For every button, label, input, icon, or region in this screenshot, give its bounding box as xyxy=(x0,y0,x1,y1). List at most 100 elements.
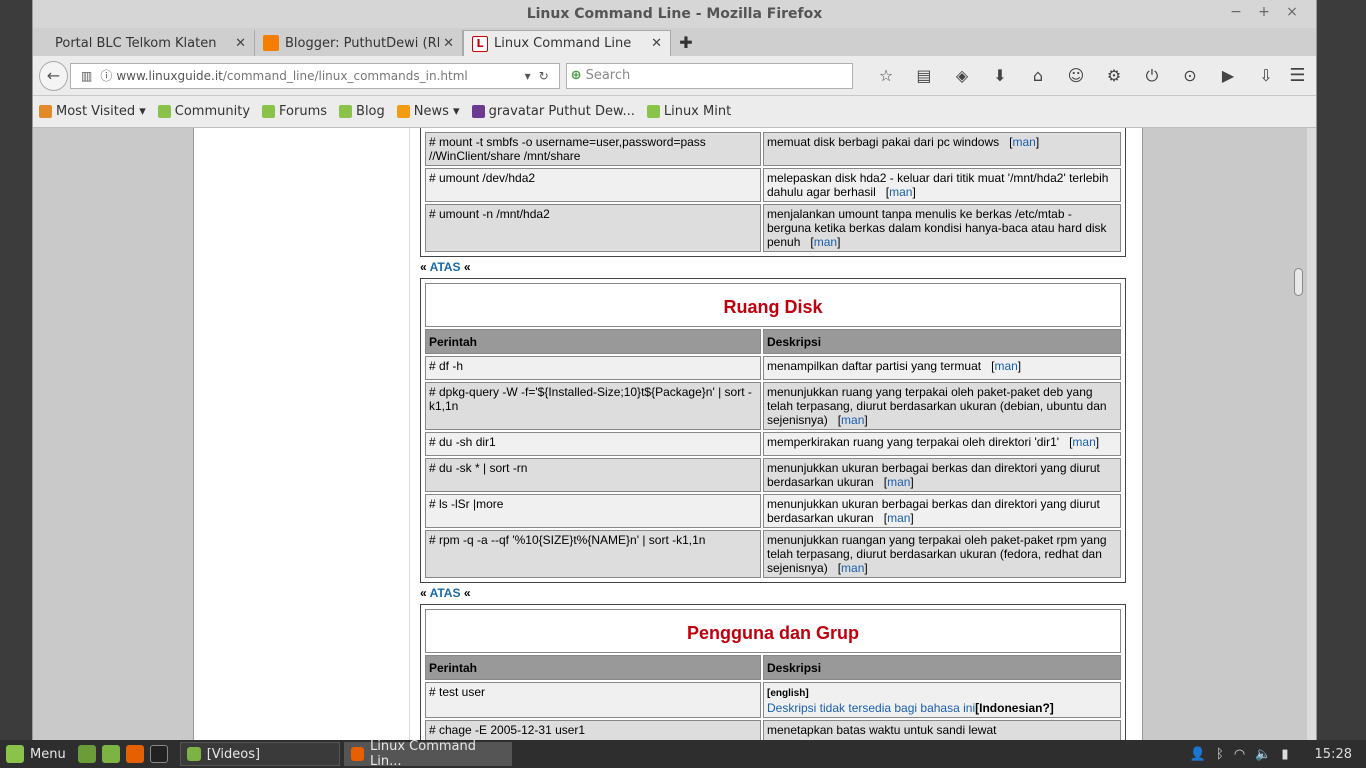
table-row: # umount -n /mnt/hda2 menjalankan umount… xyxy=(425,204,1121,252)
tab-portal-blc[interactable]: Portal BLC Telkom Klaten ✕ xyxy=(47,30,255,56)
user-icon[interactable]: 👤 xyxy=(1190,747,1206,762)
gravatar-icon xyxy=(471,105,485,118)
files-icon[interactable] xyxy=(101,745,120,763)
description-unavailable-link[interactable]: Deskripsi tidak tersedia bagi bahasa ini xyxy=(767,701,975,715)
chat-icon[interactable]: ☺ xyxy=(1057,66,1095,86)
battery-icon[interactable]: ▮ xyxy=(1281,747,1288,762)
bookmark-linux-mint[interactable]: Linux Mint xyxy=(646,104,731,119)
bookmark-news[interactable]: News ▾ xyxy=(396,104,460,119)
save-icon[interactable]: ⊙ xyxy=(1171,66,1209,86)
command-cell: # df -h xyxy=(425,356,761,380)
youtube-icon[interactable]: ▶ xyxy=(1209,66,1247,86)
man-link[interactable]: man xyxy=(814,235,837,249)
bookmark-gravatar[interactable]: gravatar Puthut Dew... xyxy=(471,104,635,119)
reading-list-icon[interactable]: ▤ xyxy=(905,66,943,86)
system-tray: 👤 ᛒ ◠ 🔈 ▮ 15:28 xyxy=(1190,747,1366,762)
taskbar-task-firefox[interactable]: Linux Command Lin... xyxy=(343,739,512,768)
command-cell: # du -sk * | sort -rn xyxy=(425,458,761,492)
bookmark-most-visited[interactable]: Most Visited ▾ xyxy=(39,104,146,119)
bookmark-star-icon[interactable]: ☆ xyxy=(867,66,905,86)
ruang-disk-table: Ruang Disk Perintah Deskripsi # df -h me… xyxy=(420,278,1126,583)
column-header-description: Deskripsi xyxy=(763,655,1121,680)
url-bar[interactable]: ▥ ⓘ www.linuxguide.it /command_line/linu… xyxy=(69,62,560,89)
language-indicator: [Indonesian?] xyxy=(975,701,1054,715)
taskbar-task-videos[interactable]: [Videos] xyxy=(179,742,340,766)
man-link[interactable]: man xyxy=(841,561,864,575)
close-window-button[interactable]: × xyxy=(1278,4,1306,20)
info-icon[interactable]: ⓘ xyxy=(100,67,112,84)
sidebar-toggle-icon[interactable]: ▥ xyxy=(81,69,92,83)
show-desktop-icon[interactable] xyxy=(77,745,96,763)
firefox-icon xyxy=(350,747,365,761)
bookmark-forums[interactable]: Forums xyxy=(262,104,327,119)
table-row: # rpm -q -a --qf '%10{SIZE}t%{NAME}n' | … xyxy=(425,530,1121,578)
close-icon[interactable]: ✕ xyxy=(235,36,246,51)
section-title: Pengguna dan Grup xyxy=(686,623,859,643)
table-row: # du -sk * | sort -rn menunjukkan ukuran… xyxy=(425,458,1121,492)
firefox-icon[interactable] xyxy=(125,745,144,763)
command-cell: # du -sh dir1 xyxy=(425,432,761,456)
search-placeholder: Search xyxy=(585,68,631,83)
addon-icon[interactable]: ⚙ xyxy=(1095,66,1133,86)
terminal-icon[interactable] xyxy=(149,745,168,763)
firefox-window: Linux Command Line - Mozilla Firefox − +… xyxy=(32,0,1317,740)
network-icon[interactable]: ◠ xyxy=(1234,747,1245,762)
maximize-button[interactable]: + xyxy=(1250,4,1278,20)
man-link[interactable]: man xyxy=(1012,135,1035,149)
page-viewport: # mount -t smbfs -o username=user,passwo… xyxy=(33,128,1307,740)
left-sidebar xyxy=(194,128,410,740)
window-controls: − + × xyxy=(1222,4,1306,20)
dropdown-icon[interactable]: ▾ xyxy=(525,69,531,83)
mint-icon xyxy=(157,105,171,118)
man-link[interactable]: man xyxy=(887,511,910,525)
volume-icon[interactable]: 🔈 xyxy=(1255,747,1271,762)
home-icon[interactable]: ⌂ xyxy=(1019,66,1057,86)
clock[interactable]: 15:28 xyxy=(1315,747,1352,762)
folder-icon xyxy=(186,747,201,761)
atas-link[interactable]: ATAS xyxy=(430,586,461,600)
tab-blogger[interactable]: Blogger: PuthutDewi (RPL... ✕ xyxy=(255,30,463,56)
man-link[interactable]: man xyxy=(1072,435,1095,449)
man-link[interactable]: man xyxy=(887,475,910,489)
search-input[interactable]: ⊕ Search xyxy=(565,62,853,89)
man-link[interactable]: man xyxy=(994,359,1017,373)
close-icon[interactable]: ✕ xyxy=(651,36,662,51)
close-icon[interactable]: ✕ xyxy=(443,36,454,51)
reload-icon[interactable]: ↻ xyxy=(539,69,549,83)
tab-label: Portal BLC Telkom Klaten xyxy=(55,35,217,51)
back-button[interactable]: ← xyxy=(39,60,68,91)
main-content: # mount -t smbfs -o username=user,passwo… xyxy=(420,128,1126,740)
linuxguide-icon: L xyxy=(472,35,488,52)
bookmark-community[interactable]: Community xyxy=(157,104,250,119)
mint-icon xyxy=(646,105,660,118)
blogger-icon xyxy=(263,35,279,51)
pocket-icon[interactable]: ◈ xyxy=(943,66,981,86)
downloader-icon[interactable]: ⇩ xyxy=(1247,66,1285,86)
power-icon[interactable]: ⏻ xyxy=(1133,66,1171,86)
hamburger-menu-icon[interactable]: ☰ xyxy=(1285,65,1310,86)
page-column: # mount -t smbfs -o username=user,passwo… xyxy=(193,128,1143,740)
tab-bar: Portal BLC Telkom Klaten ✕ Blogger: Puth… xyxy=(33,28,1316,56)
command-cell: # test user xyxy=(425,682,761,718)
description-cell: menjalankan umount tanpa menulis ke berk… xyxy=(763,204,1121,252)
new-tab-button[interactable]: ✚ xyxy=(671,30,701,56)
table-row: # test user [english] Deskripsi tidak te… xyxy=(425,682,1121,718)
tab-linux-command-line[interactable]: L Linux Command Line ✕ xyxy=(463,30,671,56)
bluetooth-icon[interactable]: ᛒ xyxy=(1216,747,1224,762)
url-path: /command_line/linux_commands_in.html xyxy=(222,68,468,83)
window-title: Linux Command Line - Mozilla Firefox xyxy=(526,6,823,22)
tab-label: Linux Command Line xyxy=(494,36,632,51)
description-cell: menetapkan batas waktu untuk sandi lewat xyxy=(763,720,1121,740)
menu-button[interactable]: Menu xyxy=(0,740,72,768)
vertical-scrollbar-thumb[interactable] xyxy=(1294,268,1303,296)
man-link[interactable]: man xyxy=(841,413,864,427)
bookmark-blog[interactable]: Blog xyxy=(339,104,385,119)
minimize-button[interactable]: − xyxy=(1222,4,1250,20)
download-icon[interactable]: ⬇ xyxy=(981,66,1019,86)
column-header-description: Deskripsi xyxy=(763,329,1121,354)
description-cell: [english] Deskripsi tidak tersedia bagi … xyxy=(763,682,1121,718)
man-link[interactable]: man xyxy=(889,185,912,199)
table-header: Perintah Deskripsi xyxy=(425,329,1121,354)
table-row: # dpkg-query -W -f='${Installed-Size;10}… xyxy=(425,382,1121,430)
atas-link[interactable]: ATAS xyxy=(430,260,461,274)
